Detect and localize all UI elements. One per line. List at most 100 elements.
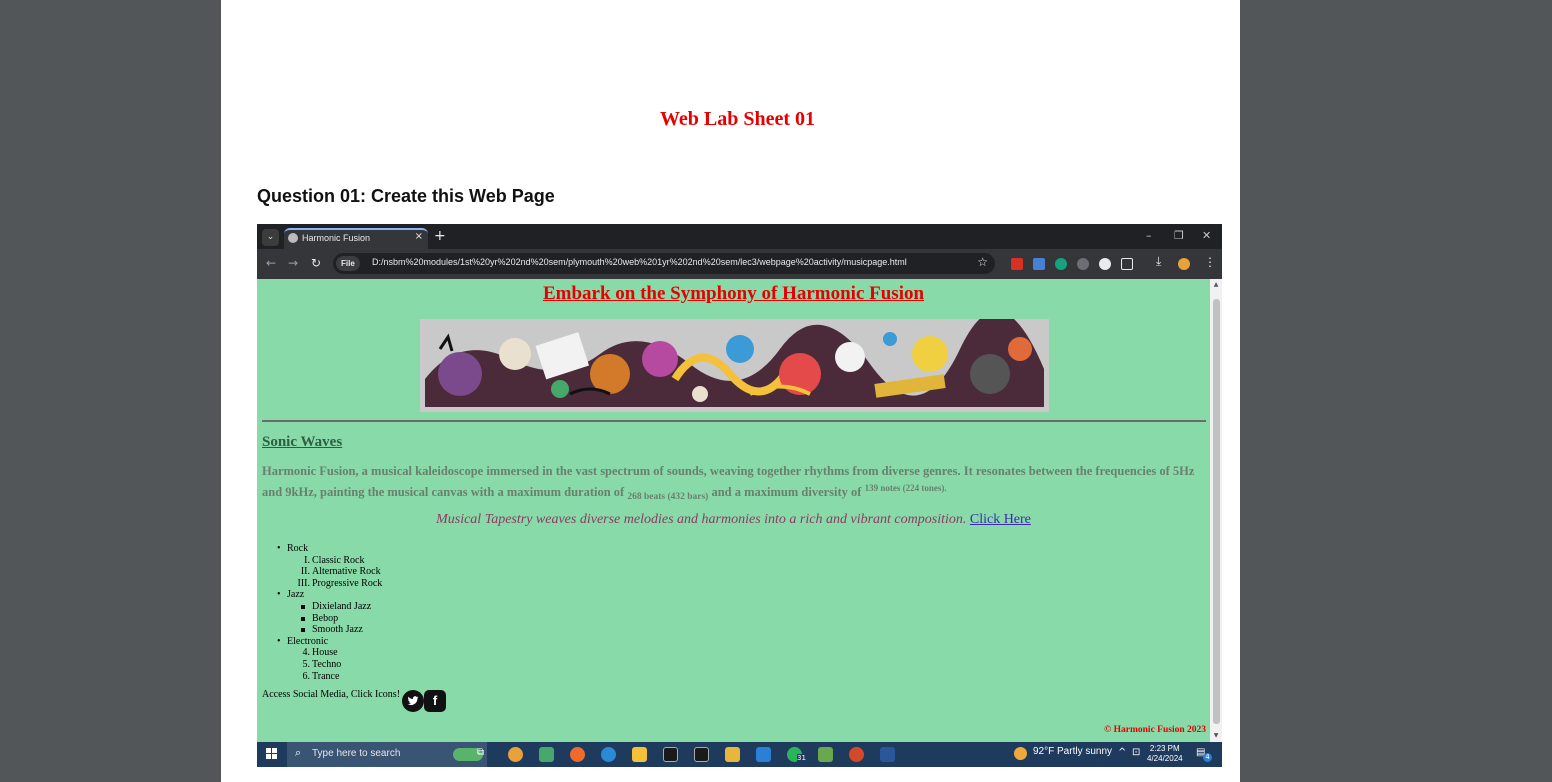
list-item: • Jazz — [277, 589, 305, 601]
forward-icon[interactable]: → — [288, 256, 298, 270]
superscript-text: 139 notes (224 tones). — [864, 483, 947, 493]
grammarly-icon[interactable] — [1055, 258, 1067, 270]
list-item: Bebop — [287, 613, 382, 625]
subgenre-name: Classic Rock — [312, 554, 365, 566]
app-icon[interactable] — [570, 747, 585, 762]
sheet-title: Web Lab Sheet 01 — [659, 108, 816, 130]
horizontal-rule — [262, 420, 1206, 422]
terminal-icon[interactable] — [663, 747, 678, 762]
close-tab-icon[interactable]: × — [415, 231, 423, 242]
subgenre-name: Bebop — [312, 612, 339, 624]
scrollbar-thumb[interactable] — [1213, 299, 1220, 724]
subscript-text: 268 beats (432 bars) — [627, 492, 709, 502]
tab-title: Harmonic Fusion — [302, 233, 371, 243]
windows-start-icon[interactable] — [266, 748, 278, 760]
list-item: III. Progressive Rock — [297, 577, 383, 589]
search-placeholder: Type here to search — [312, 748, 401, 759]
calendar-badge: 31 — [797, 754, 806, 762]
clock-time: 2:23 PM — [1149, 744, 1180, 753]
tab-search-icon[interactable]: ⌄ — [262, 229, 279, 246]
genre-name: Jazz — [287, 589, 305, 601]
minimize-icon[interactable]: – — [1146, 229, 1152, 242]
extensions-puzzle-icon[interactable] — [1121, 258, 1133, 270]
list-item: Smooth Jazz — [287, 624, 382, 636]
subgenre-name: Progressive Rock — [312, 577, 383, 589]
sticky-notes-icon[interactable] — [632, 747, 647, 762]
scroll-down-arrow-icon[interactable]: ▼ — [1212, 732, 1220, 739]
genre-name: Electronic — [287, 635, 329, 647]
network-icon[interactable]: ⊡ — [1132, 747, 1140, 758]
restore-icon[interactable]: ❐ — [1174, 229, 1184, 242]
menu-kebab-icon[interactable]: ⋮ — [1204, 255, 1216, 269]
new-tab-button[interactable]: + — [434, 228, 446, 244]
extension-icon[interactable] — [1099, 258, 1111, 270]
clock-date: 4/24/2024 — [1147, 754, 1183, 763]
taskbar-search-box[interactable]: ⌕ Type here to search — [287, 742, 487, 767]
main-heading: Embark on the Symphony of Harmonic Fusio… — [542, 283, 925, 304]
copyright-text: © Harmonic Fusion 2023 — [1104, 725, 1206, 735]
vertical-scrollbar[interactable]: ▲ ▼ — [1210, 279, 1222, 742]
app-icon[interactable] — [539, 747, 554, 762]
notification-badge: 4 — [1203, 753, 1212, 762]
weather-icon[interactable] — [1014, 747, 1027, 760]
social-media-text: Access Social Media, Click Icons! — [262, 689, 401, 700]
vscode-icon[interactable] — [756, 747, 771, 762]
task-view-icon[interactable]: ⧉ — [477, 747, 484, 758]
twitter-icon[interactable] — [402, 690, 424, 712]
subgenre-name: Alternative Rock — [312, 566, 381, 578]
list-item: 4. House — [302, 647, 338, 659]
browser-tab-bar: ⌄ Harmonic Fusion × + – ❐ ✕ — [257, 224, 1222, 249]
search-icon: ⌕ — [295, 746, 302, 759]
music-doodle-banner-image — [420, 319, 1049, 412]
list-item: II. Alternative Rock — [300, 566, 381, 578]
click-here-link[interactable]: Click Here — [970, 512, 1031, 527]
question-heading: Question 01: Create this Web Page — [257, 186, 555, 206]
embedded-screenshot: ⌄ Harmonic Fusion × + – ❐ ✕ ← → ↻ File D… — [257, 224, 1222, 767]
profile-avatar[interactable] — [1178, 258, 1190, 270]
list-item: • Rock — [277, 543, 309, 554]
subgenre-name: Techno — [312, 658, 342, 670]
webpage-content: Embark on the Symphony of Harmonic Fusio… — [257, 279, 1210, 742]
windows-taskbar: ⌕ Type here to search ⧉ 31 92°F Partly s… — [257, 742, 1222, 767]
subgenre-name: Trance — [312, 670, 340, 682]
powerpoint-icon[interactable] — [849, 747, 864, 762]
facebook-icon[interactable]: f — [424, 690, 446, 712]
browser-tab[interactable]: Harmonic Fusion × — [284, 228, 428, 249]
scroll-up-arrow-icon[interactable]: ▲ — [1212, 281, 1220, 288]
list-item: I. Classic Rock — [304, 554, 365, 566]
edge-icon[interactable] — [601, 747, 616, 762]
reload-icon[interactable]: ↻ — [311, 256, 321, 270]
list-item: 5. Techno — [302, 658, 342, 670]
terminal-icon[interactable] — [694, 747, 709, 762]
tagline: Musical Tapestry weaves diverse melodies… — [257, 512, 1210, 528]
genre-name: Rock — [287, 543, 309, 554]
download-icon[interactable]: ⤓ — [1156, 254, 1161, 269]
subgenre-name: Smooth Jazz — [312, 624, 363, 636]
show-hidden-icons-icon[interactable]: ^ — [1118, 747, 1126, 758]
browser-toolbar: ← → ↻ File D:/nsbm%20modules/1st%20yr%20… — [257, 249, 1222, 279]
paragraph-text: and a maximum diversity of — [711, 485, 862, 499]
url-text[interactable]: D:/nsbm%20modules/1st%20yr%202nd%20sem/p… — [372, 257, 907, 267]
react-devtools-icon[interactable] — [1077, 258, 1089, 270]
back-icon[interactable]: ← — [266, 256, 276, 270]
chrome-icon[interactable] — [508, 747, 523, 762]
clock[interactable]: 2:23 PM 4/24/2024 — [1147, 744, 1183, 764]
subgenre-name: Dixieland Jazz — [312, 600, 372, 612]
bookmark-star-icon[interactable]: ☆ — [977, 255, 988, 269]
list-item: • Electronic — [277, 635, 329, 647]
extension-icon[interactable] — [1011, 258, 1023, 270]
globe-icon — [288, 233, 298, 243]
section-heading: Sonic Waves — [262, 434, 343, 450]
app-icon[interactable] — [818, 747, 833, 762]
word-icon[interactable] — [880, 747, 895, 762]
weather-text[interactable]: 92°F Partly sunny — [1033, 746, 1112, 757]
file-chip[interactable]: File — [336, 256, 360, 271]
intro-paragraph: Harmonic Fusion, a musical kaleidoscope … — [262, 463, 1206, 506]
window-close-icon[interactable]: ✕ — [1202, 229, 1211, 242]
list-item: Dixieland Jazz — [287, 601, 382, 613]
file-explorer-icon[interactable] — [725, 747, 740, 762]
translate-icon[interactable] — [1033, 258, 1045, 270]
address-bar[interactable]: File D:/nsbm%20modules/1st%20yr%202nd%20… — [333, 253, 995, 274]
tagline-text: Musical Tapestry weaves diverse melodies… — [436, 512, 967, 527]
subgenre-name: House — [312, 647, 338, 659]
